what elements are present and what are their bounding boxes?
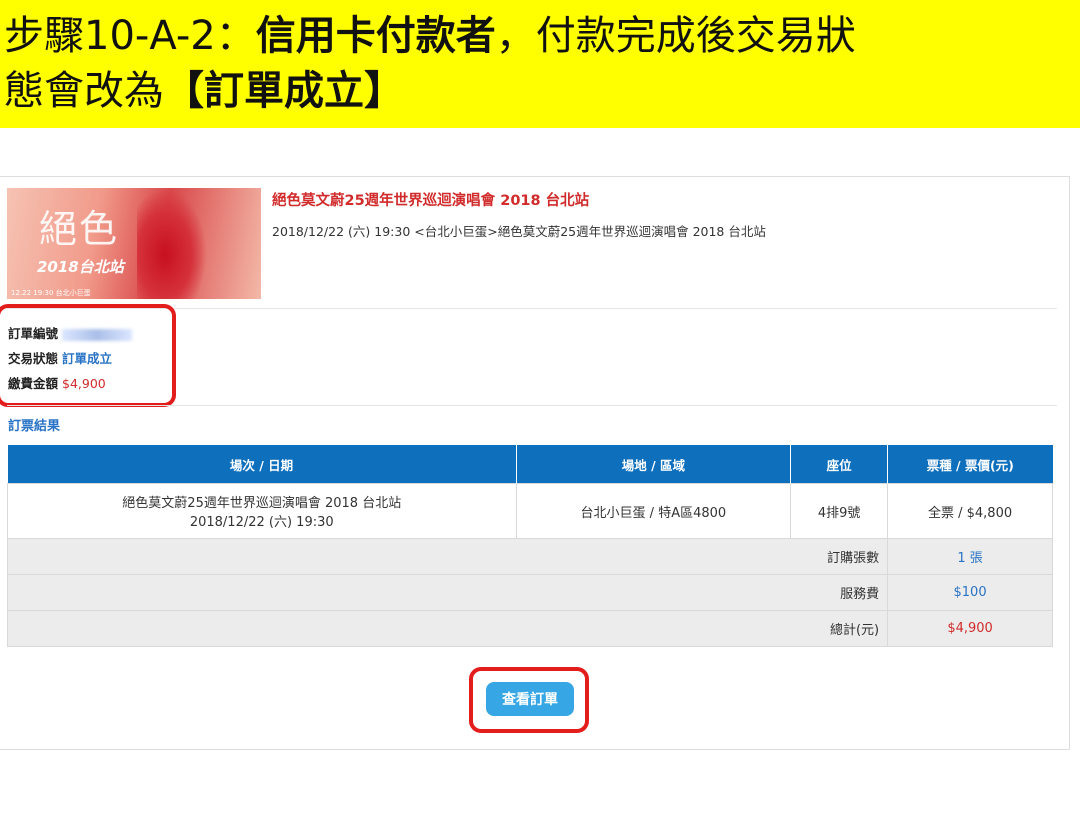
- cell-venue: 台北小巨蛋 / 特A區4800: [515, 483, 792, 539]
- header-seat: 座位: [790, 445, 889, 484]
- ticket-result-table: 場次 / 日期 場地 / 區域 座位 票種 / 票價(元) 絕色莫文蔚25週年世…: [6, 445, 1053, 647]
- order-result-card: 絕色 2018台北站 12.22 19:30 台北小巨蛋 絕色莫文蔚25週年世界…: [0, 176, 1070, 750]
- banner-line-2: 態會改為【訂單成立】: [4, 68, 404, 114]
- highlight-ring-button: [469, 667, 589, 733]
- summary-row-total: 總計(元) $4,900: [6, 610, 1053, 647]
- summary-row-quantity: 訂購張數 1 張: [6, 538, 1053, 575]
- event-subtitle: 2018/12/22 (六) 19:30 <台北小巨蛋>絕色莫文蔚25週年世界巡…: [272, 224, 766, 239]
- cell-ticket: 全票 / $4,800: [887, 483, 1053, 539]
- cell-session: 絕色莫文蔚25週年世界巡迴演唱會 2018 台北站 2018/12/22 (六) …: [7, 483, 517, 539]
- header-session: 場次 / 日期: [7, 445, 517, 484]
- event-title[interactable]: 絕色莫文蔚25週年世界巡迴演唱會 2018 台北站: [272, 189, 589, 210]
- highlight-ring-order-info: [0, 304, 176, 407]
- divider: [7, 405, 1057, 406]
- header-ticket: 票種 / 票價(元): [887, 445, 1053, 484]
- banner-line-1: 步驟10-A-2：信用卡付款者，付款完成後交易狀: [4, 13, 856, 59]
- summary-row-service-fee: 服務費 $100: [6, 574, 1053, 611]
- instruction-banner: 步驟10-A-2：信用卡付款者，付款完成後交易狀 態會改為【訂單成立】: [0, 0, 1080, 128]
- section-title: 訂票結果: [8, 419, 61, 434]
- cell-seat: 4排9號: [790, 483, 889, 539]
- table-row: 絕色莫文蔚25週年世界巡迴演唱會 2018 台北站 2018/12/22 (六) …: [7, 483, 1053, 539]
- header-venue: 場地 / 區域: [516, 445, 792, 484]
- event-poster-image: 絕色 2018台北站 12.22 19:30 台北小巨蛋: [7, 188, 261, 299]
